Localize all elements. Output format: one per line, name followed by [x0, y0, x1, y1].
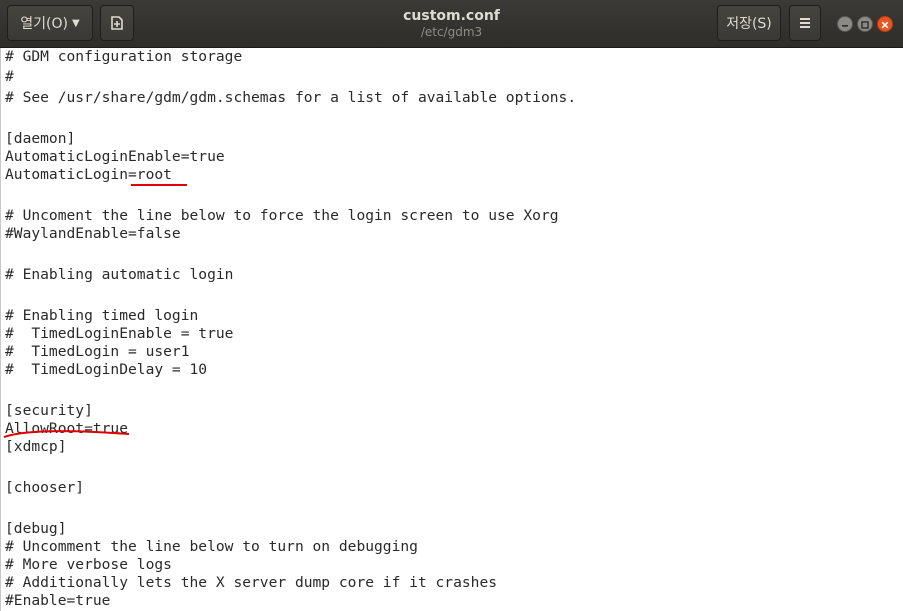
maximize-icon — [861, 21, 869, 29]
new-document-button[interactable] — [100, 5, 134, 41]
close-icon — [881, 21, 889, 29]
new-document-icon — [111, 16, 123, 30]
text-editor-area[interactable]: # GDM configuration storage # # See /usr… — [0, 48, 903, 611]
chevron-down-icon: ▼ — [72, 17, 80, 29]
hamburger-menu-icon — [800, 18, 810, 28]
menu-button[interactable] — [789, 5, 821, 41]
window-title-area: custom.conf /etc/gdm3 — [300, 7, 603, 40]
red-underline-allowroot — [3, 430, 130, 438]
close-button[interactable] — [877, 16, 893, 32]
save-button[interactable]: 저장(S) — [717, 5, 781, 41]
maximize-button[interactable] — [857, 16, 873, 32]
minimize-icon — [842, 25, 848, 27]
minimize-button[interactable] — [837, 16, 853, 32]
annotation-layer — [3, 184, 187, 438]
header-bar: 열기(O) ▼ custom.conf /etc/gdm3 저장(S) — [0, 0, 903, 48]
window-title: custom.conf — [403, 8, 500, 24]
open-button[interactable]: 열기(O) ▼ — [7, 5, 93, 41]
window-subtitle: /etc/gdm3 — [420, 25, 483, 39]
open-button-label: 열기(O) — [20, 16, 68, 32]
